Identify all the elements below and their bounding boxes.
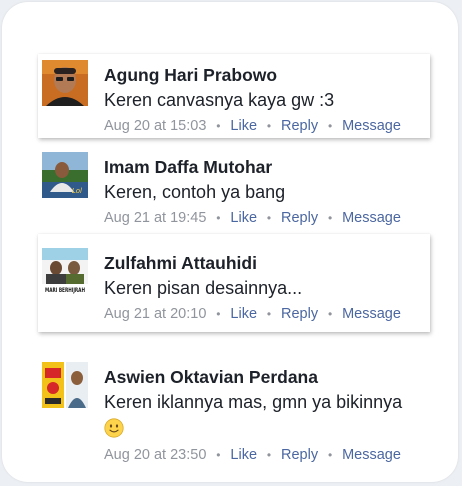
comment-item: MARI BERHIJRAH Zulfahmi Attauhidi Keren … bbox=[38, 234, 430, 332]
comment-meta: Aug 21 at 20:10 • Like • Reply • Message bbox=[104, 304, 424, 324]
like-button[interactable]: Like bbox=[230, 306, 257, 322]
avatar[interactable]: Lol bbox=[42, 152, 88, 198]
comment-item: Lol Imam Daffa Mutohar Keren, contoh ya … bbox=[38, 146, 430, 230]
like-button[interactable]: Like bbox=[230, 118, 257, 134]
comment-author[interactable]: Agung Hari Prabowo bbox=[104, 64, 424, 86]
comment-author[interactable]: Imam Daffa Mutohar bbox=[104, 156, 424, 178]
comment-timestamp[interactable]: Aug 20 at 15:03 bbox=[104, 118, 206, 134]
avatar[interactable]: MARI BERHIJRAH bbox=[42, 248, 88, 294]
separator: • bbox=[266, 307, 272, 321]
message-button[interactable]: Message bbox=[342, 447, 401, 463]
reply-button[interactable]: Reply bbox=[281, 210, 318, 226]
comment-timestamp[interactable]: Aug 20 at 23:50 bbox=[104, 447, 206, 463]
separator: • bbox=[327, 307, 333, 321]
poster-photo-icon: MARI BERHIJRAH bbox=[42, 248, 88, 294]
man-outdoor-photo-icon: Lol bbox=[42, 152, 88, 198]
reply-button[interactable]: Reply bbox=[281, 447, 318, 463]
message-button[interactable]: Message bbox=[342, 210, 401, 226]
comment-text: Keren iklannya mas, gmn ya bikinnya bbox=[104, 392, 403, 412]
comment-text: Keren pisan desainnya... bbox=[104, 278, 303, 298]
man-glasses-photo-icon bbox=[42, 60, 88, 106]
avatar-caption: MARI BERHIJRAH bbox=[45, 287, 85, 294]
like-button[interactable]: Like bbox=[230, 447, 257, 463]
comment-emoji-row bbox=[104, 414, 424, 443]
separator: • bbox=[327, 448, 333, 462]
separator: • bbox=[327, 119, 333, 133]
message-button[interactable]: Message bbox=[342, 306, 401, 322]
comment-meta: Aug 20 at 15:03 • Like • Reply • Message bbox=[104, 116, 424, 136]
like-button[interactable]: Like bbox=[230, 210, 257, 226]
separator: • bbox=[216, 448, 221, 462]
slightly-smiling-face-icon bbox=[104, 418, 124, 438]
separator: • bbox=[266, 119, 272, 133]
message-button[interactable]: Message bbox=[342, 118, 401, 134]
comment-text: Keren, contoh ya bang bbox=[104, 182, 286, 202]
comment-item: Aswien Oktavian Perdana Keren iklannya m… bbox=[38, 356, 430, 470]
comment-author[interactable]: Aswien Oktavian Perdana bbox=[104, 366, 424, 388]
comment-meta: Aug 20 at 23:50 • Like • Reply • Message bbox=[104, 445, 424, 465]
comment-text: Keren canvasnya kaya gw :3 bbox=[104, 90, 335, 110]
reply-button[interactable]: Reply bbox=[281, 118, 318, 134]
separator: • bbox=[266, 211, 272, 225]
comment-meta: Aug 21 at 19:45 • Like • Reply • Message bbox=[104, 208, 424, 228]
comment-timestamp[interactable]: Aug 21 at 20:10 bbox=[104, 306, 206, 322]
comments-panel: Agung Hari Prabowo Keren canvasnya kaya … bbox=[2, 2, 458, 482]
comment-item: Agung Hari Prabowo Keren canvasnya kaya … bbox=[38, 54, 430, 138]
separator: • bbox=[216, 211, 221, 225]
reply-button[interactable]: Reply bbox=[281, 306, 318, 322]
avatar[interactable] bbox=[42, 60, 88, 106]
ad-poster-photo-icon bbox=[42, 362, 88, 408]
comment-timestamp[interactable]: Aug 21 at 19:45 bbox=[104, 210, 206, 226]
avatar[interactable] bbox=[42, 362, 88, 408]
separator: • bbox=[216, 119, 221, 133]
svg-text:Lol: Lol bbox=[72, 187, 82, 195]
comment-author[interactable]: Zulfahmi Attauhidi bbox=[104, 252, 424, 274]
separator: • bbox=[327, 211, 333, 225]
separator: • bbox=[266, 448, 272, 462]
separator: • bbox=[216, 307, 221, 321]
